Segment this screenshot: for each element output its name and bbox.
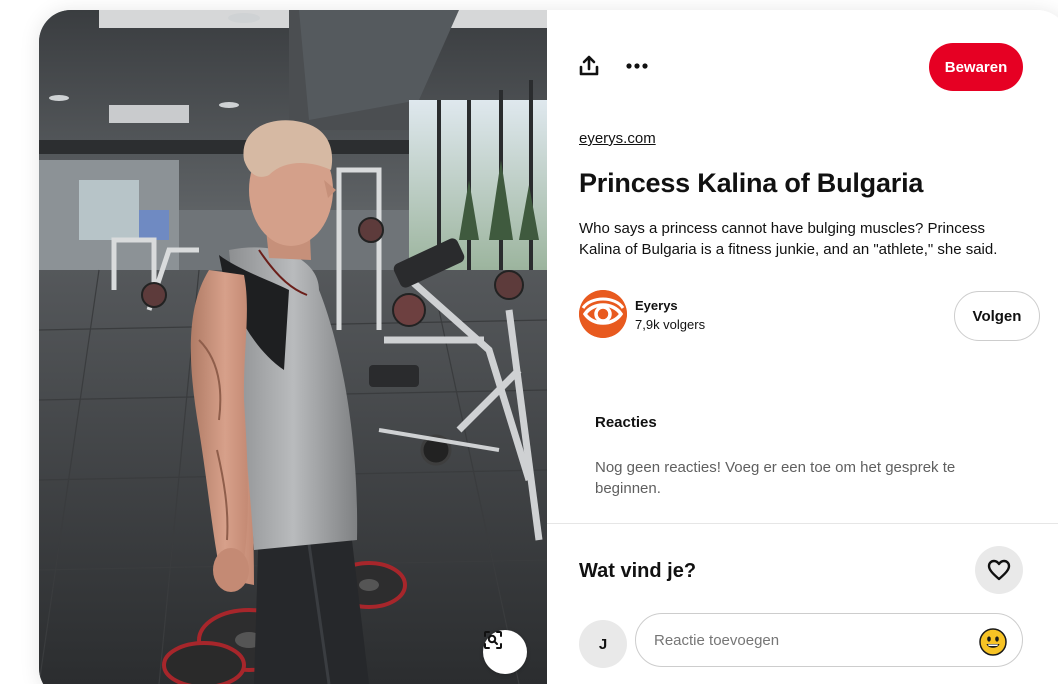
pin-description: Who says a princess cannot have bulging … [579, 220, 998, 258]
creator-name[interactable]: Eyerys [635, 298, 678, 313]
feedback-question: Wat vind je? [579, 560, 697, 582]
user-avatar[interactable]: J [579, 620, 627, 668]
comments-heading: Reacties [595, 414, 657, 431]
creator-avatar[interactable] [579, 290, 627, 338]
more-options-button[interactable] [617, 46, 657, 86]
visual-search-icon [484, 631, 502, 649]
pin-closeup-card: Bewaren eyerys.com Princess Kalina of Bu… [39, 10, 1058, 684]
pin-details-panel: Bewaren eyerys.com Princess Kalina of Bu… [547, 10, 1058, 684]
divider [547, 523, 1058, 524]
heart-icon [987, 559, 1011, 581]
emoji-button[interactable] [979, 628, 1007, 656]
comments-empty-text: Nog geen reacties! Voeg er een toe om he… [595, 459, 956, 497]
creator-followers: 7,9k volgers [635, 317, 706, 332]
pin-image[interactable] [39, 10, 547, 684]
eyerys-logo-icon [579, 290, 627, 338]
share-button[interactable] [569, 46, 609, 86]
smiley-emoji-icon [979, 628, 1007, 656]
comment-input[interactable] [635, 613, 1023, 667]
more-dots-icon [626, 63, 648, 69]
visual-search-button[interactable] [483, 630, 527, 674]
source-link[interactable]: eyerys.com [579, 130, 656, 147]
pin-title: Princess Kalina of Bulgaria [579, 168, 924, 198]
save-button[interactable]: Bewaren [929, 43, 1023, 91]
share-icon [579, 55, 599, 76]
gym-photo [39, 10, 547, 684]
follow-button[interactable]: Volgen [954, 291, 1040, 341]
like-button[interactable] [975, 546, 1023, 594]
